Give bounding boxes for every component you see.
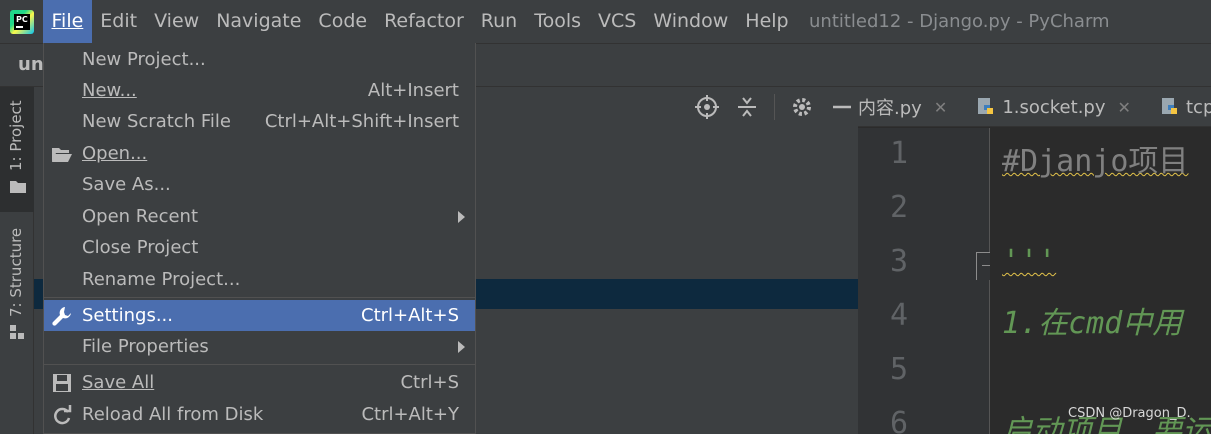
menu-view[interactable]: View <box>146 0 208 43</box>
menu-item-settings[interactable]: Settings... Ctrl+Alt+S <box>44 300 475 331</box>
shortcut-label: Ctrl+Alt+S <box>361 305 459 326</box>
submenu-arrow-icon <box>458 340 465 353</box>
line-number: 2 <box>889 190 908 225</box>
line-number: 5 <box>889 352 908 387</box>
menu-file[interactable]: File <box>43 0 92 43</box>
code-line: ''' <box>1002 244 1057 279</box>
gear-icon[interactable] <box>789 94 815 120</box>
file-menu-dropdown: New Project... New... Alt+Insert New Scr… <box>43 43 476 434</box>
project-panel-toolbar <box>694 87 855 127</box>
menu-code[interactable]: Code <box>310 0 376 43</box>
menu-edit[interactable]: Edit <box>92 0 146 43</box>
line-number: 6 <box>889 406 908 434</box>
python-file-icon <box>978 98 994 114</box>
editor-tab-label: 内容.py <box>858 98 922 119</box>
left-tool-strip: 1: Project 7: Structure <box>0 87 34 434</box>
shortcut-label: Ctrl+S <box>400 372 459 393</box>
locate-target-icon[interactable] <box>694 94 720 120</box>
menu-item-save-all[interactable]: Save All Ctrl+S <box>44 367 475 398</box>
structure-icon <box>10 325 24 339</box>
menu-navigate[interactable]: Navigate <box>208 0 310 43</box>
wrench-icon <box>52 306 72 326</box>
save-icon <box>52 373 72 393</box>
menu-item-open[interactable]: Open... <box>44 138 475 169</box>
menu-item-new-project[interactable]: New Project... <box>44 44 475 75</box>
menu-run[interactable]: Run <box>472 0 525 43</box>
menu-item-new[interactable]: New... Alt+Insert <box>44 75 475 106</box>
editor-tab-label: 1.socket.py <box>1002 96 1106 118</box>
menu-vcs[interactable]: VCS <box>590 0 645 43</box>
editor-tabs: 内容.py ✕ 1.socket.py ✕ tcp_s <box>858 87 1211 127</box>
window-title: untitled12 - Django.py - PyCharm <box>809 11 1110 32</box>
shortcut-label: Alt+Insert <box>367 80 459 101</box>
tool-tab-structure[interactable]: 7: Structure <box>0 217 34 347</box>
menu-item-reload-all[interactable]: Reload All from Disk Ctrl+Alt+Y <box>44 399 475 430</box>
code-line: 1.在cmd中用 <box>1002 306 1183 341</box>
watermark: CSDN @Dragon_D. <box>1068 406 1191 421</box>
shortcut-label: Ctrl+Alt+Y <box>361 404 459 425</box>
menu-item-close-project[interactable]: Close Project <box>44 232 475 263</box>
code-line: #Djanjo项目 <box>1002 144 1189 179</box>
folder-open-icon <box>52 144 72 164</box>
editor-tab[interactable]: 1.socket.py ✕ <box>972 87 1151 126</box>
menu-item-file-properties[interactable]: File Properties <box>44 331 475 362</box>
editor-tab[interactable]: tcp_s <box>1156 87 1211 126</box>
code-editor[interactable]: #Djanjo项目 ''' 1.在cmd中用 启动项目，要运 <box>990 128 1211 434</box>
shortcut-label: Ctrl+Alt+Shift+Insert <box>264 111 459 132</box>
editor-gutter: 1 2 3 4 5 6 <box>858 128 990 434</box>
close-icon[interactable]: ✕ <box>1118 98 1131 117</box>
menu-item-new-scratch-file[interactable]: New Scratch File Ctrl+Alt+Shift+Insert <box>44 106 475 137</box>
submenu-arrow-icon <box>458 210 465 223</box>
menu-item-save-as[interactable]: Save As... <box>44 169 475 200</box>
toolbar-divider <box>774 94 775 120</box>
reload-icon <box>52 404 72 425</box>
editor-tab-label: tcp_s <box>1186 96 1211 118</box>
close-icon[interactable]: ✕ <box>934 98 947 117</box>
menu-item-rename-project[interactable]: Rename Project... <box>44 264 475 295</box>
logo-text: PC <box>16 14 28 24</box>
menu-refactor[interactable]: Refactor <box>376 0 473 43</box>
collapse-all-icon[interactable] <box>734 94 760 120</box>
folder-icon <box>10 181 26 193</box>
line-number: 4 <box>889 298 908 333</box>
menu-item-open-recent[interactable]: Open Recent <box>44 201 475 232</box>
tool-tab-project[interactable]: 1: Project <box>0 87 34 212</box>
python-file-icon <box>1162 98 1177 114</box>
menu-tools[interactable]: Tools <box>526 0 590 43</box>
tool-tab-project-label: 1: Project <box>7 100 25 171</box>
editor-tab[interactable]: 内容.py ✕ <box>858 87 967 126</box>
line-number: 1 <box>889 136 908 171</box>
hide-panel-icon[interactable] <box>829 94 855 120</box>
menu-separator <box>44 364 475 365</box>
tool-tab-structure-label: 7: Structure <box>7 227 25 317</box>
menu-separator <box>44 297 475 298</box>
menu-window[interactable]: Window <box>645 0 737 43</box>
menu-help[interactable]: Help <box>737 0 797 43</box>
line-number: 3 <box>889 244 908 279</box>
pycharm-logo-icon: PC <box>10 9 34 34</box>
